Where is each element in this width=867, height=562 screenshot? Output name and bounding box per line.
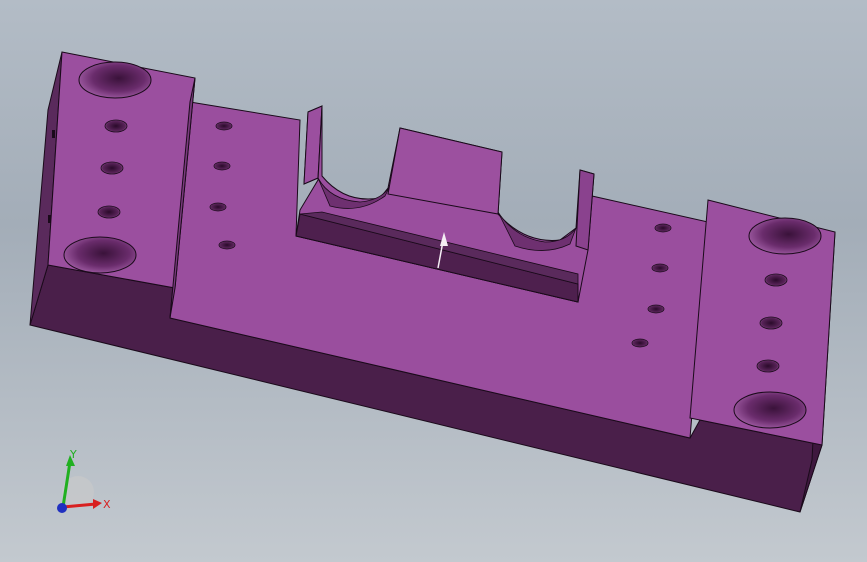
- z-axis-icon: [57, 503, 67, 513]
- orientation-triad: Y X: [57, 448, 111, 513]
- triad-y-label: Y: [69, 448, 77, 461]
- graphics-viewport[interactable]: Y X: [0, 0, 867, 562]
- x-axis-line: [62, 502, 97, 509]
- x-axis-arrow-icon: [93, 499, 102, 509]
- triad-x-label: X: [103, 498, 111, 511]
